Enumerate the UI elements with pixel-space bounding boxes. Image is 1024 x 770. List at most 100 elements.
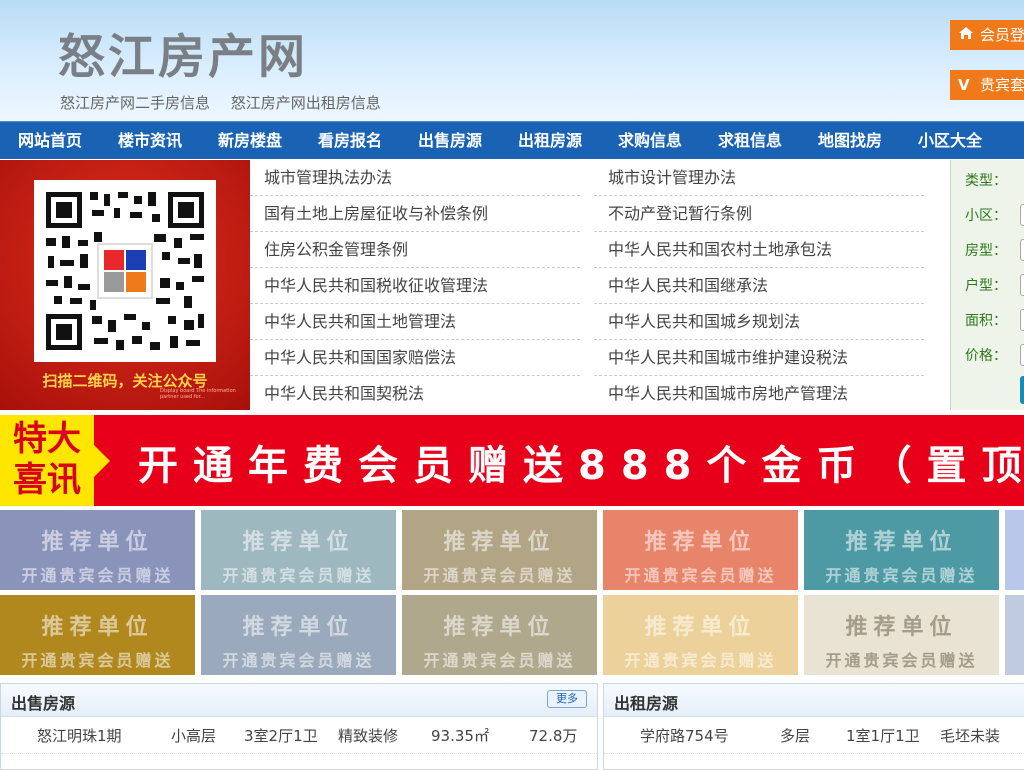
- tile-subtitle: 开通贵宾会员赠送: [21, 651, 174, 670]
- law-link[interactable]: 中华人民共和国城乡规划法: [594, 304, 924, 340]
- vip-package-button[interactable]: V 贵宾套: [950, 70, 1024, 100]
- search-button[interactable]: [1020, 376, 1024, 404]
- listing-area: 93.35㎡: [431, 727, 489, 745]
- nav-new-homes[interactable]: 新房楼盘: [200, 122, 300, 159]
- tile-title: 推荐单位: [644, 615, 757, 640]
- law-link[interactable]: 城市设计管理办法: [594, 160, 924, 196]
- header-link-rental[interactable]: 怒江房产网出租房信息: [231, 94, 381, 112]
- tile-title: 推荐单位: [242, 615, 355, 640]
- qr-small-text: Display board The information partner us…: [160, 388, 236, 400]
- law-link[interactable]: 中华人民共和国国家赔偿法: [250, 340, 580, 376]
- law-link[interactable]: 中华人民共和国继承法: [594, 268, 924, 304]
- header-link-secondhand[interactable]: 怒江房产网二手房信息: [60, 94, 210, 112]
- nav-news[interactable]: 楼市资讯: [100, 122, 200, 159]
- nav-want-to-rent[interactable]: 求租信息: [700, 122, 800, 159]
- main-nav: 网站首页 楼市资讯 新房楼盘 看房报名 出售房源 出租房源 求购信息 求租信息 地图找房 小区大全…: [0, 121, 1024, 159]
- area-select[interactable]: [1020, 309, 1024, 331]
- law-link[interactable]: 中华人民共和国契税法: [250, 376, 580, 412]
- member-login-label: 会员登: [980, 26, 1024, 44]
- search-housetype-label: 房型：: [965, 243, 1007, 259]
- recommended-tile[interactable]: [1005, 510, 1024, 590]
- law-link[interactable]: 住房公积金管理条例: [250, 232, 580, 268]
- rent-listing-row[interactable]: 学府路754号 多层 1室1厅1卫 毛坯未装: [604, 717, 1024, 754]
- home-icon: [958, 20, 976, 50]
- tile-subtitle: 开通贵宾会员赠送: [825, 566, 978, 585]
- recommended-tile[interactable]: 推荐单位 开通贵宾会员赠送: [0, 510, 195, 590]
- tile-subtitle: 开通贵宾会员赠送: [423, 566, 576, 585]
- sale-more-button[interactable]: 更多: [547, 690, 587, 708]
- nav-communities[interactable]: 小区大全: [900, 122, 1000, 159]
- law-link[interactable]: 中华人民共和国城市房地产管理法: [594, 376, 924, 412]
- listing-layout: 3室2厅1卫: [244, 727, 318, 745]
- law-link[interactable]: 中华人民共和国农村土地承包法: [594, 232, 924, 268]
- search-price-label: 价格：: [965, 348, 1007, 364]
- banner-arrow-icon: [94, 445, 110, 477]
- banner-tag-line1: 特大: [13, 419, 81, 459]
- header-links: 怒江房产网二手房信息 怒江房产网出租房信息: [60, 92, 397, 113]
- search-layout-label: 户型：: [965, 278, 1007, 294]
- nav-want-to-buy[interactable]: 求购信息: [600, 122, 700, 159]
- recommended-tile[interactable]: 推荐单位 开通贵宾会员赠送: [0, 595, 195, 675]
- search-type-label: 类型：: [965, 173, 1007, 189]
- promo-banner[interactable]: 特大 喜讯 开通年费会员赠送888个金币（置顶房: [0, 415, 1024, 506]
- rent-listings-box: 出租房源 学府路754号 多层 1室1厅1卫 毛坯未装: [603, 683, 1024, 770]
- law-link[interactable]: 中华人民共和国城市维护建设税法: [594, 340, 924, 376]
- vip-icon: V: [958, 76, 970, 94]
- recommended-tile[interactable]: 推荐单位开通贵宾会员赠送: [804, 595, 999, 675]
- law-link[interactable]: 不动产登记暂行条例: [594, 196, 924, 232]
- sale-box-header: 出售房源 更多: [1, 684, 597, 717]
- recommended-tile[interactable]: 推荐单位 开通贵宾会员赠送: [603, 510, 798, 590]
- tile-title: 推荐单位: [443, 530, 556, 555]
- nav-home[interactable]: 网站首页: [0, 122, 100, 159]
- listing-community: 学府路754号: [640, 727, 729, 745]
- nav-for-rent[interactable]: 出租房源: [500, 122, 600, 159]
- recommended-tile[interactable]: 推荐单位开通贵宾会员赠送: [201, 510, 396, 590]
- law-link[interactable]: 国有土地上房屋征收与补偿条例: [250, 196, 580, 232]
- nav-more[interactable]: 中: [1000, 122, 1024, 159]
- recommended-tile[interactable]: 推荐单位开通贵宾会员赠送: [201, 595, 396, 675]
- layout-select[interactable]: [1020, 274, 1024, 296]
- qr-promo-panel: 扫描二维码，关注公众号 Display board The informatio…: [0, 160, 250, 410]
- rent-box-title: 出租房源: [614, 694, 679, 713]
- price-select[interactable]: [1020, 344, 1024, 366]
- listing-decoration: 毛坯未装: [940, 727, 1001, 745]
- tile-title: 推荐单位: [443, 615, 556, 640]
- tile-subtitle: 开通贵宾会员赠送: [222, 566, 375, 585]
- banner-tag-line2: 喜讯: [13, 460, 81, 500]
- recommended-tile[interactable]: 推荐单位 开通贵宾会员赠送: [603, 595, 798, 675]
- tile-title: 推荐单位: [845, 530, 958, 555]
- rent-box-header: 出租房源: [604, 684, 1024, 717]
- nav-viewing-signup[interactable]: 看房报名: [300, 122, 400, 159]
- recommended-tile[interactable]: [1005, 595, 1024, 675]
- nav-map-search[interactable]: 地图找房: [800, 122, 900, 159]
- tile-subtitle: 开通贵宾会员赠送: [222, 651, 375, 670]
- recommended-tile[interactable]: 推荐单位开通贵宾会员赠送: [402, 595, 597, 675]
- tile-title: 推荐单位: [242, 530, 355, 555]
- search-area-label: 面积：: [965, 313, 1007, 329]
- banner-tag: 特大 喜讯: [0, 415, 94, 506]
- recommended-tile[interactable]: 推荐单位开通贵宾会员赠送: [402, 510, 597, 590]
- tile-subtitle: 开通贵宾会员赠送: [423, 651, 576, 670]
- site-title[interactable]: 怒江房产网: [58, 18, 308, 87]
- sale-box-title: 出售房源: [11, 694, 76, 713]
- community-input[interactable]: [1020, 204, 1024, 226]
- tile-subtitle: 开通贵宾会员赠送: [624, 566, 777, 585]
- listing-decoration: 精致装修: [338, 727, 399, 745]
- tile-subtitle: 开通贵宾会员赠送: [825, 651, 978, 670]
- vip-package-label: 贵宾套: [980, 76, 1024, 94]
- sale-listing-row[interactable]: 怒江明珠1期 小高层 3室2厅1卫 精致装修 93.35㎡ 72.8万: [1, 717, 597, 754]
- listing-price: 72.8万: [529, 727, 578, 745]
- housetype-select[interactable]: [1020, 239, 1024, 261]
- banner-text: 开通年费会员赠送888个金币（置顶房: [138, 443, 1024, 489]
- tile-title: 推荐单位: [845, 615, 958, 640]
- nav-for-sale[interactable]: 出售房源: [400, 122, 500, 159]
- listing-building-type: 多层: [780, 727, 811, 745]
- law-link[interactable]: 中华人民共和国税收征收管理法: [250, 268, 580, 304]
- law-link[interactable]: 中华人民共和国土地管理法: [250, 304, 580, 340]
- member-login-button[interactable]: 会员登: [950, 20, 1024, 50]
- listing-building-type: 小高层: [171, 727, 217, 745]
- property-search-panel: 类型： 小区： 房型： 户型： 面积： 价格：: [950, 160, 1024, 410]
- qr-code: [34, 180, 216, 362]
- recommended-tile[interactable]: 推荐单位开通贵宾会员赠送: [804, 510, 999, 590]
- law-link[interactable]: 城市管理执法办法: [250, 160, 580, 196]
